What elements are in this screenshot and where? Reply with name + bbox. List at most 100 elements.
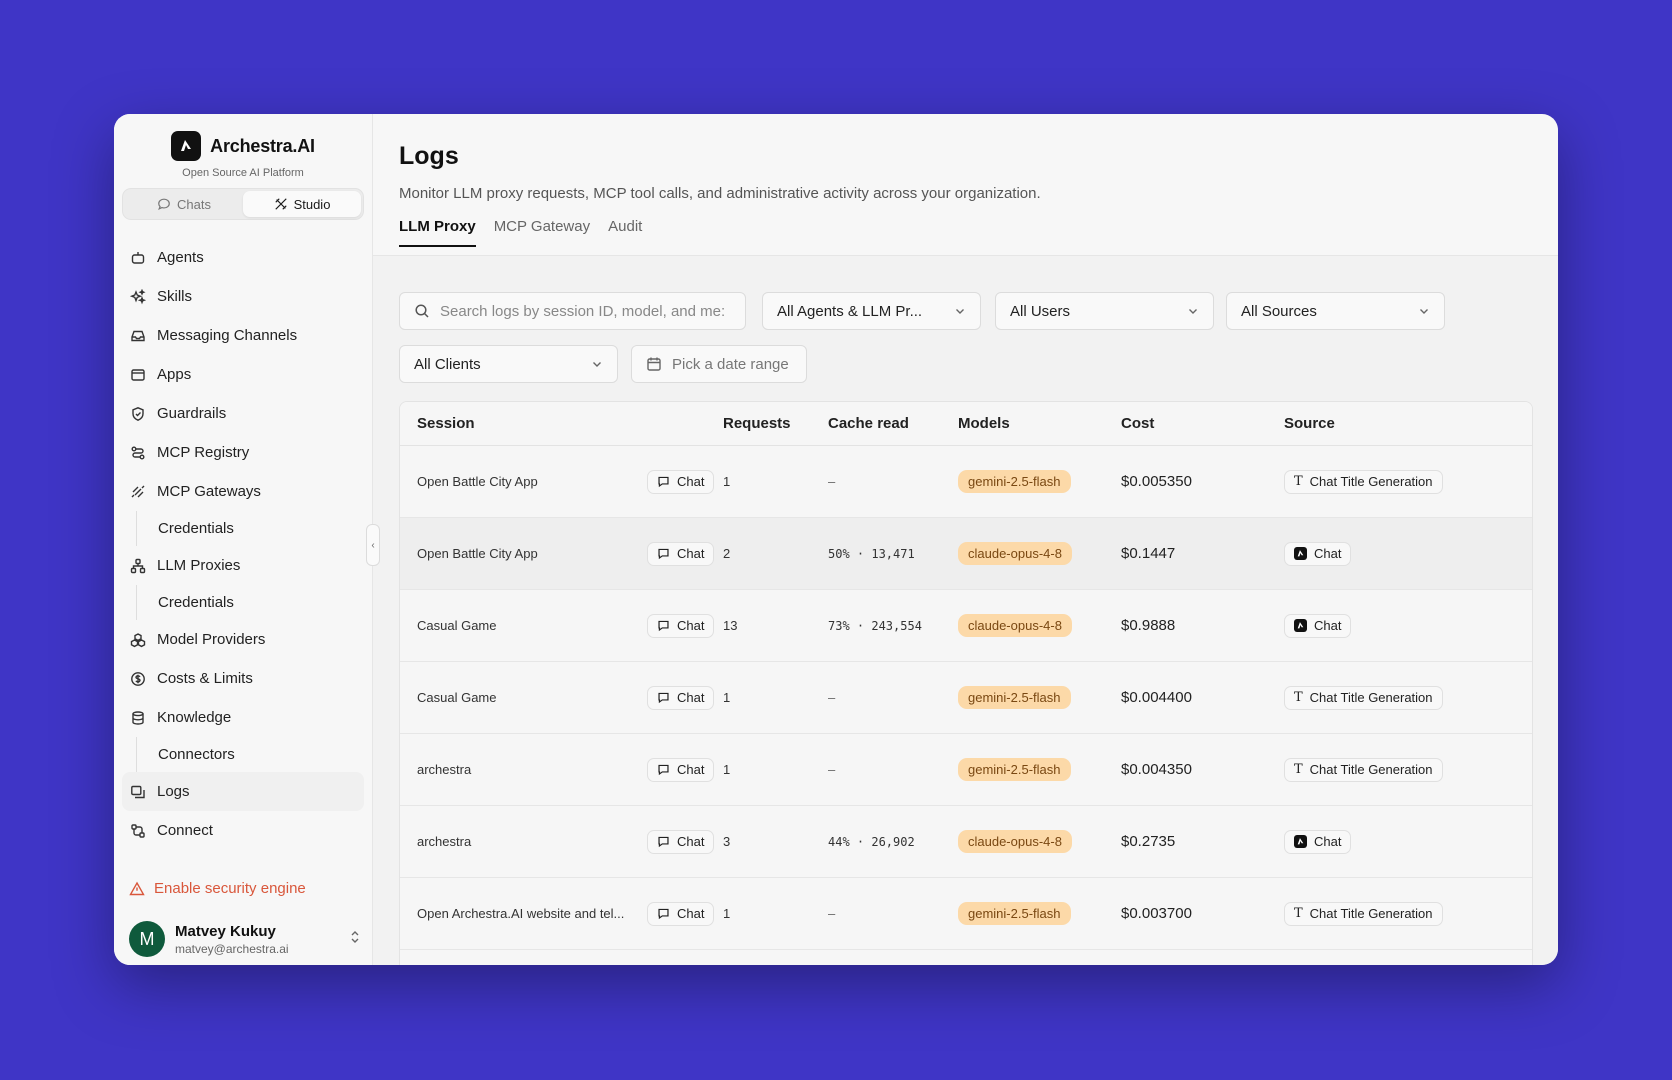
users-filter-select[interactable]: All Users (995, 292, 1214, 330)
sidebar-item-label: MCP Gateways (157, 483, 261, 500)
network-icon (129, 557, 147, 575)
clients-filter-select[interactable]: All Clients (399, 345, 618, 383)
sidebar-item-label: Skills (157, 288, 193, 305)
cell-cost: $0.004400 (1121, 689, 1192, 706)
sources-filter-select[interactable]: All Sources (1226, 292, 1445, 330)
table-row[interactable]: Open Battle City App Chat 1 — gemini-2.5… (400, 446, 1532, 518)
brand[interactable]: Archestra.AI (114, 131, 372, 161)
session-name[interactable]: Open Battle City App (417, 546, 647, 561)
sidebar-item-label: Connect (157, 822, 213, 839)
chevron-left-icon: ‹ (371, 539, 375, 551)
sidebar-item-mcp-registry[interactable]: MCP Registry (114, 433, 364, 472)
session-name[interactable]: Open Battle City App (417, 474, 647, 489)
table-row[interactable]: Open Battle City App Chat 2 50% · 13,471… (400, 518, 1532, 590)
cell-requests: 1 (723, 906, 731, 921)
sidebar-item-label: Messaging Channels (157, 327, 298, 344)
header-cache-read[interactable]: Cache read (828, 415, 958, 432)
header-requests[interactable]: Requests (723, 415, 828, 432)
chat-bubble-icon (658, 692, 669, 704)
sidebar-item-connect[interactable]: Connect (114, 811, 364, 850)
chats-mode-button[interactable]: Chats (125, 191, 243, 217)
cell-cost: $0.003700 (1121, 905, 1192, 922)
brand-subtitle: Open Source AI Platform (182, 167, 304, 179)
sidebar-item-model-providers[interactable]: Model Providers (114, 620, 364, 659)
sidebar-item-costs-limits[interactable]: Costs & Limits (114, 659, 364, 698)
sidebar-item-apps[interactable]: Apps (114, 355, 364, 394)
session-type-chip: Chat (647, 685, 715, 710)
sidebar-item-messaging-channels[interactable]: Messaging Channels (114, 316, 364, 355)
sidebar-item-knowledge[interactable]: Knowledge (114, 698, 364, 737)
user-menu[interactable]: M Matvey Kukuy matvey@archestra.ai (129, 921, 361, 957)
session-type-label: Chat (677, 474, 705, 489)
header-models[interactable]: Models (958, 415, 1121, 432)
model-badge: gemini-2.5-flash (958, 686, 1071, 709)
sidebar-item-llm-credentials[interactable]: Credentials (136, 585, 372, 620)
source-label: Chat Title Generation (1309, 690, 1433, 705)
session-name[interactable]: Open Archestra.AI website and tel... (417, 906, 647, 921)
source-chip: T Chat Title Generation (1284, 757, 1443, 782)
model-badge: gemini-2.5-flash (958, 758, 1071, 781)
sidebar-item-label: Connectors (158, 746, 235, 763)
warning-icon (129, 881, 145, 895)
session-name[interactable]: archestra (417, 762, 647, 777)
sidebar-collapse-handle[interactable]: ‹ (366, 524, 380, 566)
cell-cache-read: 44% · 26,902 (828, 834, 915, 849)
cell-cache-read: — (828, 690, 836, 705)
model-badge: claude-opus-4-8 (958, 542, 1072, 565)
shield-icon (129, 405, 147, 423)
studio-mode-button[interactable]: Studio (243, 191, 361, 217)
cell-cache-read: 50% · 13,471 (828, 546, 915, 561)
table-row[interactable]: Casual Game Chat 1 — gemini-2.5-flash $0… (400, 662, 1532, 734)
source-chip: T Chat Title Generation (1284, 901, 1443, 926)
sidebar-item-mcp-credentials[interactable]: Credentials (136, 511, 372, 546)
tab-mcp-gateway[interactable]: MCP Gateway (494, 218, 590, 247)
table-row[interactable]: archestra Chat 1 — gemini-2.5-flash $0.0… (400, 734, 1532, 806)
search-input[interactable]: Search logs by session ID, model, and me… (399, 292, 746, 330)
cell-session: archestra Chat (400, 757, 723, 782)
table-row[interactable]: Open Archestra.AI website and tel... Cha… (400, 878, 1532, 950)
model-badge: claude-opus-4-8 (958, 614, 1072, 637)
sidebar-item-label: MCP Registry (157, 444, 250, 461)
app-logo-icon (1294, 619, 1307, 632)
header-cost[interactable]: Cost (1121, 415, 1284, 432)
brand-name: Archestra.AI (210, 135, 315, 156)
app-logo-icon (1294, 547, 1307, 560)
cell-cache-read: — (828, 906, 836, 921)
session-type-label: Chat (677, 906, 705, 921)
session-name[interactable]: Casual Game (417, 690, 647, 705)
mode-switch: Chats Studio (122, 188, 364, 220)
header-source[interactable]: Source (1284, 415, 1532, 432)
sidebar-item-llm-proxies[interactable]: LLM Proxies (114, 546, 364, 585)
chat-bubble-icon (658, 620, 669, 632)
enable-security-engine-link[interactable]: Enable security engine (129, 880, 306, 897)
sidebar-item-connectors[interactable]: Connectors (136, 737, 372, 772)
sidebar-item-guardrails[interactable]: Guardrails (114, 394, 364, 433)
source-label: Chat Title Generation (1309, 906, 1433, 921)
cell-cost: $0.004350 (1121, 761, 1192, 778)
sidebar-item-logs[interactable]: Logs (122, 772, 364, 811)
date-range-picker[interactable]: Pick a date range (631, 345, 807, 383)
tab-llm-proxy[interactable]: LLM Proxy (399, 218, 476, 247)
session-name[interactable]: archestra (417, 834, 647, 849)
sidebar-item-label: Apps (157, 366, 192, 383)
table-row[interactable]: archestra Chat 3 44% · 26,902 claude-opu… (400, 806, 1532, 878)
sidebar-item-mcp-gateways[interactable]: MCP Gateways (114, 472, 364, 511)
cell-requests: 1 (723, 762, 731, 777)
tab-audit[interactable]: Audit (608, 218, 642, 247)
sidebar-item-agents[interactable]: Agents (114, 238, 364, 277)
sidebar: Archestra.AI Open Source AI Platform Cha… (114, 114, 373, 965)
header-session[interactable]: Session (400, 415, 723, 432)
session-name[interactable]: Casual Game (417, 618, 647, 633)
sidebar-item-skills[interactable]: Skills (114, 277, 364, 316)
studio-mode-label: Studio (293, 196, 331, 212)
boxes-icon (129, 631, 147, 649)
agents-filter-select[interactable]: All Agents & LLM Pr... (762, 292, 981, 330)
text-icon: T (1294, 690, 1303, 705)
sidebar-item-label: Guardrails (157, 405, 227, 422)
chevron-down-icon (954, 305, 966, 317)
session-type-chip: Chat (647, 901, 715, 926)
table-row[interactable]: Casual Game Chat 13 73% · 243,554 claude… (400, 590, 1532, 662)
main-content: Logs Monitor LLM proxy requests, MCP too… (373, 114, 1558, 965)
cell-requests: 3 (723, 834, 731, 849)
date-range-label: Pick a date range (672, 355, 789, 373)
